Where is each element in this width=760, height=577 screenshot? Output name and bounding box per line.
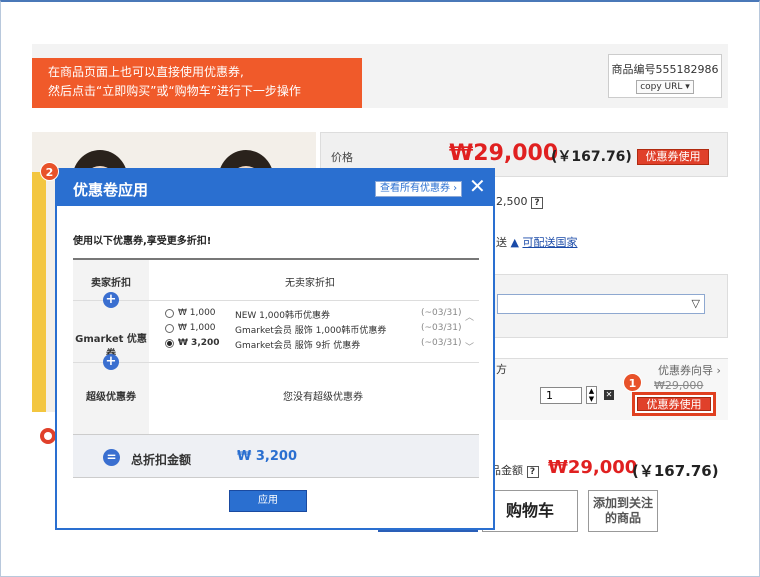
super-coupon-value: 您没有超级优惠券 bbox=[283, 392, 363, 403]
use-coupon-highlight: 优惠券使用 bbox=[632, 392, 716, 416]
option-select[interactable]: ▽ bbox=[497, 294, 705, 314]
coupon-popup: 优惠卷应用 查看所有优惠券 › ✕ 使用以下优惠券,享受更多折扣! 卖家折扣 无… bbox=[55, 168, 495, 530]
weibo-share-icon[interactable] bbox=[40, 428, 56, 444]
coupon-expiry: (~03/31) bbox=[421, 338, 462, 348]
step-badge-1: 1 bbox=[623, 373, 642, 392]
divider bbox=[73, 300, 479, 301]
step-badge-2: 2 bbox=[40, 162, 59, 181]
price-krw: ₩29,000 bbox=[449, 141, 559, 166]
original-price: ₩29,000 bbox=[654, 379, 704, 392]
coupon-radio-selected[interactable] bbox=[165, 339, 174, 348]
scroll-down-icon[interactable]: ﹀ bbox=[465, 340, 474, 353]
remove-icon[interactable]: ✕ bbox=[604, 390, 614, 400]
price-label: 价格 bbox=[331, 151, 353, 164]
apply-button[interactable]: 应用 bbox=[229, 490, 307, 512]
popup-header: 优惠卷应用 查看所有优惠券 › ✕ bbox=[57, 170, 493, 206]
coupon-option[interactable]: ₩ 1,000 Gmarket会员 服饰 1,000韩币优惠券 (~03/31) bbox=[165, 323, 475, 337]
photo-decoration bbox=[32, 172, 46, 412]
chevron-down-icon: ▽ bbox=[691, 297, 700, 310]
product-number-box: 商品编号555182986 copy URL ▾ bbox=[608, 54, 722, 98]
use-coupon-button-top[interactable]: 优惠券使用 bbox=[637, 149, 709, 165]
shipping-price: 2,500 bbox=[496, 195, 528, 208]
tip-line-1: 在商品页面上也可以直接使用优惠券, bbox=[48, 65, 244, 79]
seller-discount-value: 无卖家折扣 bbox=[285, 278, 335, 289]
popup-title: 优惠卷应用 bbox=[73, 181, 149, 199]
coupon-option-selected[interactable]: ₩ 3,200 Gmarket会员 服饰 9折 优惠券 (~03/31) bbox=[165, 338, 475, 352]
coupon-name: NEW 1,000韩币优惠券 bbox=[235, 311, 330, 321]
quantity-stepper[interactable]: ▲ ▼ bbox=[586, 386, 597, 404]
total-label: 品金额 ? bbox=[490, 462, 539, 478]
plus-icon: + bbox=[103, 292, 119, 308]
shipping-price-fragment: 2,500 ? bbox=[496, 195, 543, 209]
coupon-radio[interactable] bbox=[165, 309, 174, 318]
coupon-expiry: (~03/31) bbox=[421, 323, 462, 333]
coupon-name: Gmarket会员 服饰 9折 优惠券 bbox=[235, 341, 361, 351]
popup-description: 使用以下优惠券,享受更多折扣! bbox=[73, 236, 212, 247]
seller-discount-label: 卖家折扣 bbox=[91, 278, 131, 289]
tip-line-2: 然后点击“立即购买”或“购物车”进行下一步操作 bbox=[48, 84, 301, 98]
discount-total-label: 总折扣金额 bbox=[131, 453, 192, 467]
coupon-radio[interactable] bbox=[165, 324, 174, 333]
use-coupon-button[interactable]: 优惠券使用 bbox=[637, 397, 711, 411]
discount-total-box: = 总折扣金额 ₩ 3,200 bbox=[73, 434, 479, 478]
cart-button[interactable]: 购物车 bbox=[482, 490, 578, 532]
coupon-amount: ₩ 1,000 bbox=[178, 323, 216, 333]
coupon-guide-link[interactable]: 优惠券向导 › bbox=[658, 362, 721, 378]
coupon-expiry: (~03/31) bbox=[421, 308, 462, 318]
coupon-amount: ₩ 1,000 bbox=[178, 308, 216, 318]
delivery-prefix: 送 bbox=[496, 236, 507, 249]
quantity-label-fragment: 方 bbox=[496, 363, 507, 376]
scroll-up-icon[interactable]: ︿ bbox=[465, 310, 474, 323]
product-number: 商品编号555182986 bbox=[611, 63, 719, 76]
wishlist-button[interactable]: 添加到关注的商品 bbox=[588, 490, 658, 532]
deliverable-countries-link[interactable]: 可配送国家 bbox=[522, 236, 577, 249]
close-icon[interactable]: ✕ bbox=[469, 174, 486, 198]
tip-banner: 在商品页面上也可以直接使用优惠券, 然后点击“立即购买”或“购物车”进行下一步操… bbox=[32, 58, 362, 108]
price-cny: (￥167.76) bbox=[551, 149, 632, 165]
coupon-option[interactable]: ₩ 1,000 NEW 1,000韩币优惠券 (~03/31) bbox=[165, 308, 475, 322]
delivery-row: 送 ▲ 可配送国家 bbox=[496, 234, 577, 250]
plus-icon: + bbox=[103, 354, 119, 370]
coupon-name: Gmarket会员 服饰 1,000韩币优惠券 bbox=[235, 326, 387, 336]
help-icon[interactable]: ? bbox=[531, 197, 543, 209]
total-krw: ₩29,000 bbox=[548, 457, 638, 478]
copy-url-button[interactable]: copy URL ▾ bbox=[636, 80, 694, 94]
total-help-icon[interactable]: ? bbox=[526, 466, 539, 478]
divider bbox=[73, 362, 479, 363]
discount-total-value: ₩ 3,200 bbox=[237, 449, 297, 464]
super-coupon-label: 超级优惠券 bbox=[86, 392, 136, 403]
ship-icon: ▲ bbox=[510, 236, 519, 249]
coupon-table: 卖家折扣 无卖家折扣 + Gmarket 优惠券 ₩ 1,000 NEW 1,0… bbox=[73, 258, 479, 434]
equals-icon: = bbox=[103, 449, 120, 466]
coupon-amount: ₩ 3,200 bbox=[178, 338, 220, 348]
quantity-input[interactable]: 1 bbox=[540, 387, 582, 404]
view-all-coupons-button[interactable]: 查看所有优惠券 › bbox=[375, 181, 463, 197]
total-cny: (￥167.76) bbox=[632, 462, 719, 480]
